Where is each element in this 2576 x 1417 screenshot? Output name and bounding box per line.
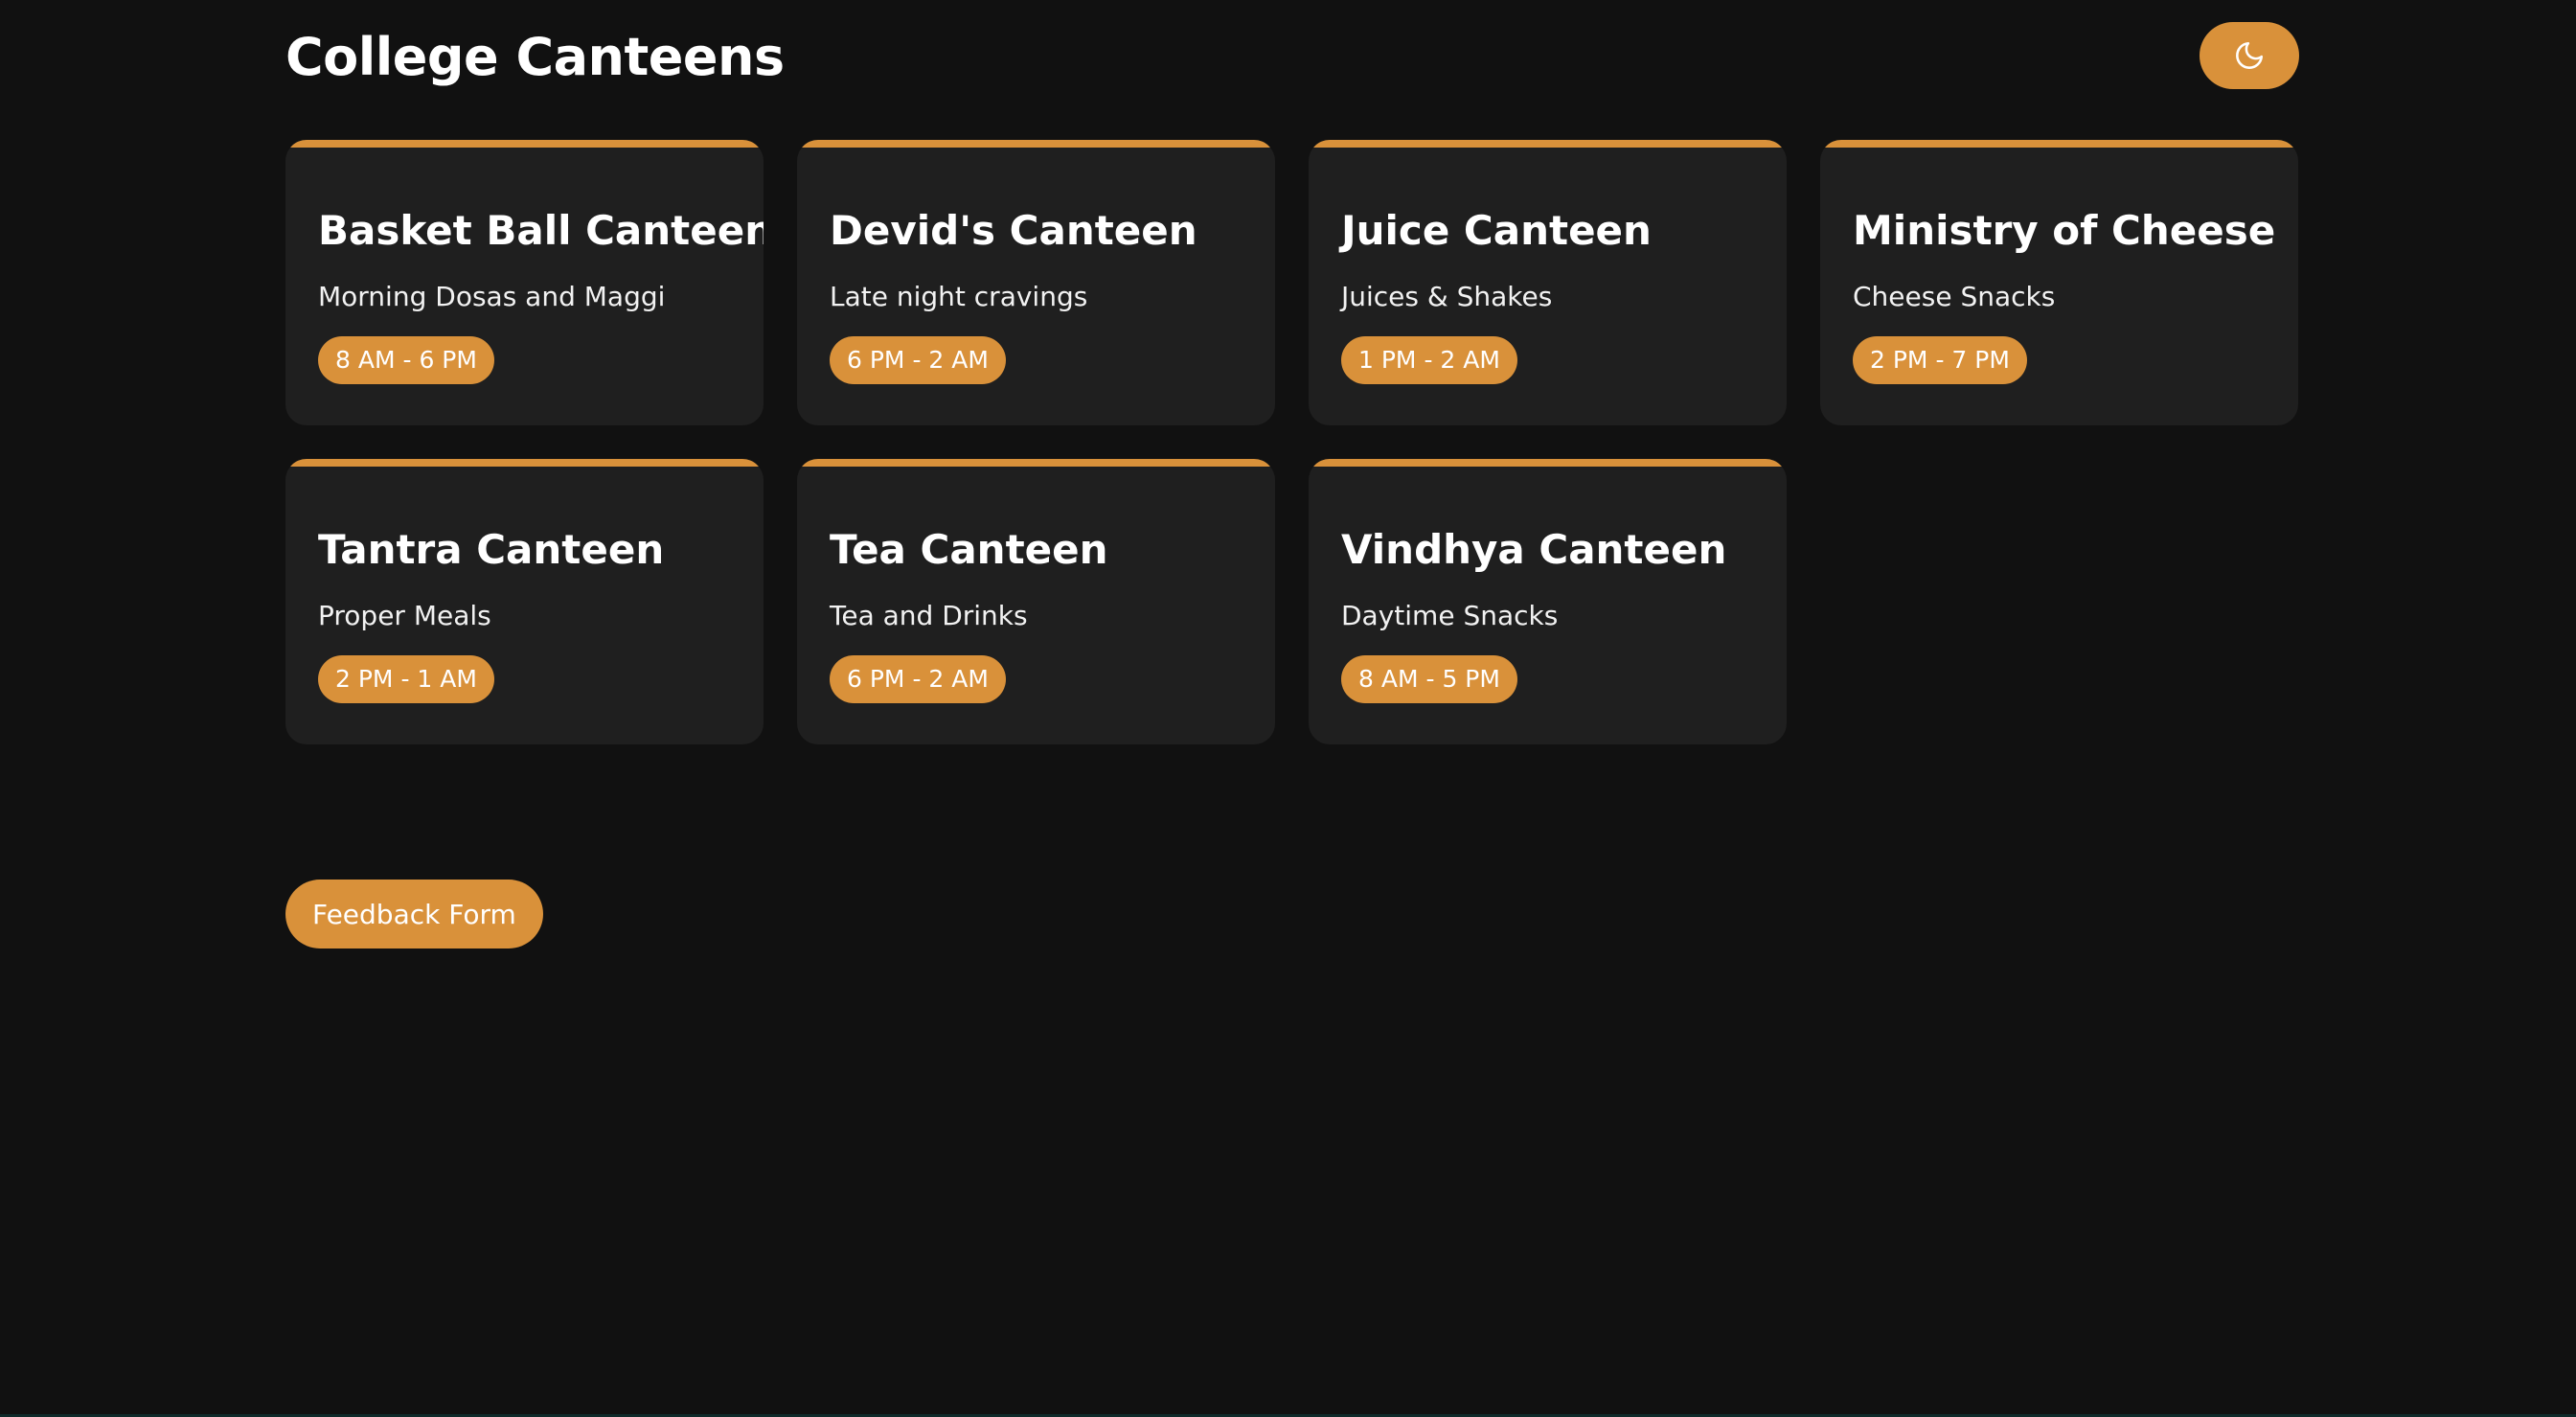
page: College Canteens Basket Ball Canteen Mor… <box>0 0 2576 1417</box>
canteen-hours-badge: 8 AM - 6 PM <box>318 335 494 384</box>
canteen-card[interactable]: Vindhya Canteen Daytime Snacks 8 AM - 5 … <box>1309 459 1787 744</box>
moon-icon <box>2233 39 2266 72</box>
theme-toggle-button[interactable] <box>2200 22 2299 89</box>
canteen-name: Vindhya Canteen <box>1341 526 1727 573</box>
canteen-name: Devid's Canteen <box>830 207 1197 254</box>
canteen-card[interactable]: Ministry of Cheese Cheese Snacks 2 PM - … <box>1820 140 2298 425</box>
canteen-name: Ministry of Cheese <box>1853 207 2276 254</box>
canteen-name: Tea Canteen <box>830 526 1108 573</box>
canteen-name: Juice Canteen <box>1341 207 1652 254</box>
canteen-card[interactable]: Tea Canteen Tea and Drinks 6 PM - 2 AM <box>797 459 1275 744</box>
canteen-description: Daytime Snacks <box>1341 600 1559 632</box>
canteen-hours-badge: 2 PM - 7 PM <box>1853 335 2027 384</box>
canteen-description: Morning Dosas and Maggi <box>318 281 666 313</box>
canteen-hours-badge: 6 PM - 2 AM <box>830 335 1006 384</box>
canteen-hours-badge: 8 AM - 5 PM <box>1341 654 1517 703</box>
canteen-name: Tantra Canteen <box>318 526 665 573</box>
canteen-hours-badge: 1 PM - 2 AM <box>1341 335 1517 384</box>
canteen-card[interactable]: Basket Ball Canteen Morning Dosas and Ma… <box>285 140 764 425</box>
canteen-name: Basket Ball Canteen <box>318 207 764 254</box>
canteen-description: Cheese Snacks <box>1853 281 2056 313</box>
canteen-description: Tea and Drinks <box>830 600 1028 632</box>
canteen-grid: Basket Ball Canteen Morning Dosas and Ma… <box>285 140 2299 744</box>
canteen-description: Late night cravings <box>830 281 1088 313</box>
canteen-card[interactable]: Devid's Canteen Late night cravings 6 PM… <box>797 140 1275 425</box>
canteen-card[interactable]: Tantra Canteen Proper Meals 2 PM - 1 AM <box>285 459 764 744</box>
canteen-description: Proper Meals <box>318 600 491 632</box>
canteen-description: Juices & Shakes <box>1341 281 1553 313</box>
feedback-form-button[interactable]: Feedback Form <box>285 880 543 948</box>
canteen-card[interactable]: Juice Canteen Juices & Shakes 1 PM - 2 A… <box>1309 140 1787 425</box>
canteen-hours-badge: 2 PM - 1 AM <box>318 654 494 703</box>
canteen-hours-badge: 6 PM - 2 AM <box>830 654 1006 703</box>
page-title: College Canteens <box>285 27 785 87</box>
header: College Canteens <box>285 21 2299 98</box>
